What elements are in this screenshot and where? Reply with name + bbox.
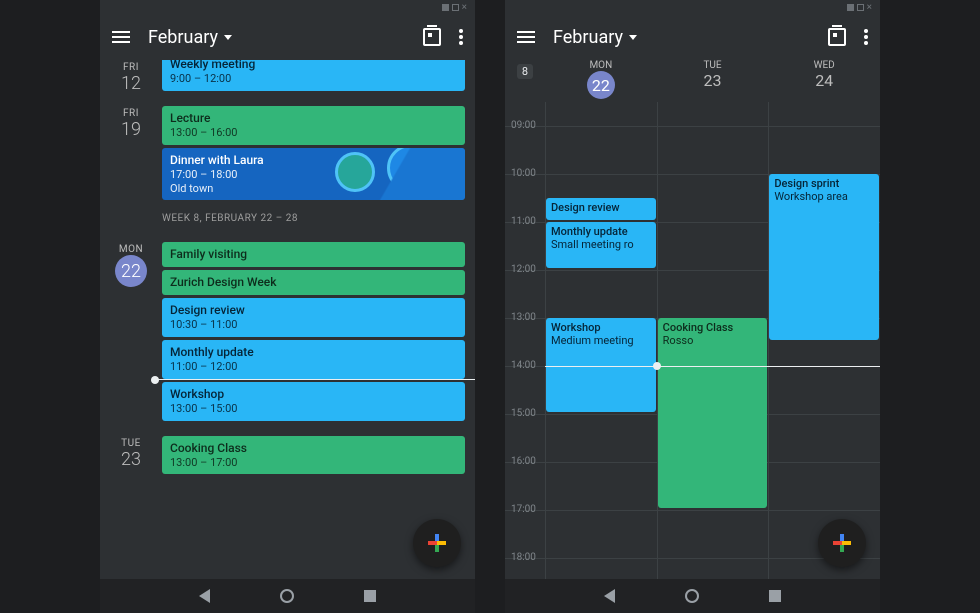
menu-icon[interactable] (517, 31, 535, 43)
event-card[interactable]: Cooking Class13:00 – 17:00 (162, 436, 465, 475)
day-number: 23 (657, 71, 769, 90)
more-icon[interactable] (459, 29, 463, 45)
hour-label: 18:00 (511, 552, 536, 563)
now-indicator (545, 366, 880, 367)
app-bar: February (100, 14, 475, 60)
grid-body[interactable]: 09:0010:0011:0012:0013:0014:0015:0016:00… (505, 102, 880, 579)
android-nav-bar (100, 579, 475, 613)
date-column: TUE23 (100, 436, 162, 478)
plus-icon (833, 534, 851, 552)
more-icon[interactable] (864, 29, 868, 45)
create-event-fab[interactable] (413, 519, 461, 567)
hour-row: 09:00 (505, 126, 880, 174)
day-row: FRI12Weekly meeting9:00 – 12:00 (100, 60, 475, 94)
day-of-week: MON (545, 60, 657, 71)
day-row: TUE23Cooking Class13:00 – 17:00 (100, 436, 475, 478)
hour-label: 10:00 (511, 168, 536, 179)
day-column-header[interactable]: TUE 23 (657, 60, 769, 102)
today-icon[interactable] (828, 28, 846, 46)
recent-button[interactable] (769, 590, 781, 602)
month-picker[interactable]: February (148, 27, 232, 48)
status-bar: × (505, 0, 880, 14)
status-indicator: × (462, 4, 467, 11)
back-button[interactable] (199, 589, 210, 603)
phone-grid-view: × February 8 MON 22 TUE 23 WED 24 (505, 0, 880, 613)
hour-label: 12:00 (511, 264, 536, 275)
chevron-down-icon (629, 35, 637, 40)
home-button[interactable] (685, 589, 699, 603)
recent-button[interactable] (364, 590, 376, 602)
chevron-down-icon (224, 35, 232, 40)
day-of-week: WED (768, 60, 880, 71)
app-bar: February (505, 14, 880, 60)
week-header: WEEK 8, FEBRUARY 22 – 28 (100, 203, 475, 230)
status-indicator (442, 4, 449, 11)
phone-schedule-view: × February FRI12Weekly meeting9:00 – 12:… (100, 0, 475, 613)
date-column: FRI12 (100, 60, 162, 94)
android-nav-bar (505, 579, 880, 613)
week-number-badge: 8 (505, 60, 545, 102)
day-number: 24 (768, 71, 880, 90)
hour-label: 17:00 (511, 504, 536, 515)
hour-row: 18:00 (505, 558, 880, 579)
day-grid[interactable]: 8 MON 22 TUE 23 WED 24 09:0010:0011:0012… (505, 60, 880, 579)
back-button[interactable] (604, 589, 615, 603)
hour-label: 14:00 (511, 360, 536, 371)
status-indicator: × (867, 4, 872, 11)
hour-label: 16:00 (511, 456, 536, 467)
day-number: 22 (587, 71, 615, 99)
day-of-week: TUE (657, 60, 769, 71)
create-event-fab[interactable] (818, 519, 866, 567)
hour-label: 15:00 (511, 408, 536, 419)
now-indicator-dot (653, 362, 661, 370)
event-card[interactable]: Workshop13:00 – 15:00 (162, 382, 465, 421)
event-card[interactable]: Design review10:30 – 11:00 (162, 298, 465, 337)
status-indicator (452, 4, 459, 11)
grid-event[interactable]: Design sprintWorkshop area (769, 174, 879, 340)
home-button[interactable] (280, 589, 294, 603)
day-column-header[interactable]: WED 24 (768, 60, 880, 102)
grid-event[interactable]: WorkshopMedium meeting (546, 318, 656, 412)
day-row: MON22Family visiting Zurich Design Week De… (100, 242, 475, 423)
today-icon[interactable] (423, 28, 441, 46)
day-header-row: 8 MON 22 TUE 23 WED 24 (505, 60, 880, 102)
event-card[interactable]: Monthly update11:00 – 12:00 (162, 340, 465, 379)
day-row: FRI19Lecture13:00 – 16:00Dinner with Lau… (100, 106, 475, 203)
month-picker[interactable]: February (553, 27, 637, 48)
grid-divider (768, 102, 769, 579)
event-card[interactable]: Zurich Design Week (162, 270, 465, 295)
event-card[interactable]: Family visiting (162, 242, 465, 267)
status-indicator (857, 4, 864, 11)
month-label: February (553, 27, 623, 48)
event-card[interactable]: Dinner with Laura17:00 – 18:00Old town (162, 148, 465, 201)
month-label: February (148, 27, 218, 48)
grid-event[interactable]: Monthly updateSmall meeting ro (546, 222, 656, 268)
hour-label: 13:00 (511, 312, 536, 323)
date-column: MON22 (100, 242, 162, 423)
menu-icon[interactable] (112, 31, 130, 43)
event-card[interactable]: Weekly meeting9:00 – 12:00 (162, 60, 465, 91)
grid-event[interactable]: Cooking ClassRosso (658, 318, 768, 508)
event-card[interactable]: Lecture13:00 – 16:00 (162, 106, 465, 145)
grid-event[interactable]: Design review (546, 198, 656, 220)
status-indicator (847, 4, 854, 11)
date-column: FRI19 (100, 106, 162, 203)
status-bar: × (100, 0, 475, 14)
schedule-list[interactable]: FRI12Weekly meeting9:00 – 12:00FRI19Lect… (100, 60, 475, 579)
plus-icon (428, 534, 446, 552)
day-column-header[interactable]: MON 22 (545, 60, 657, 102)
hour-label: 11:00 (511, 216, 536, 227)
hour-label: 09:00 (511, 120, 536, 131)
